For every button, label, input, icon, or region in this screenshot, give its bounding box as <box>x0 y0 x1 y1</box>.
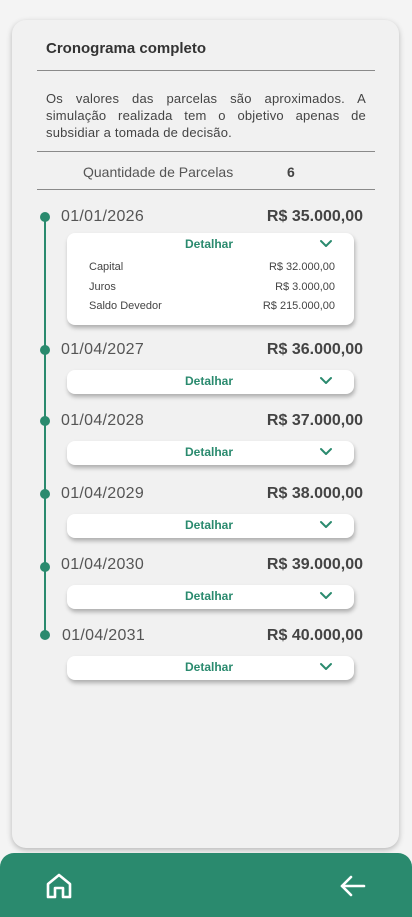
chevron-down-icon <box>320 240 332 247</box>
timeline-dot <box>40 345 50 355</box>
balance-label: Saldo Devedor <box>89 300 162 312</box>
detail-toggle-button[interactable]: Detalhar <box>67 441 354 465</box>
installment-amount: R$ 39.000,00 <box>266 556 363 573</box>
title-divider <box>37 70 375 71</box>
detail-toggle-button[interactable]: Detalhar <box>67 656 354 680</box>
detail-toggle-button[interactable]: Detalhar <box>67 370 354 394</box>
detail-toggle-button[interactable]: Detalhar <box>67 233 354 257</box>
installment-date: 01/04/2027 <box>61 341 145 358</box>
disclaimer-text: Os valores das parcelas são aproximados.… <box>46 91 366 140</box>
installment-amount: R$ 37.000,00 <box>266 412 363 429</box>
timeline-dot <box>40 630 50 640</box>
interest-value: R$ 3.000,00 <box>275 281 335 293</box>
interest-label: Juros <box>89 281 116 293</box>
capital-label: Capital <box>89 261 124 273</box>
timeline-line <box>44 218 46 636</box>
installment-detail-panel: Detalhar Capital R$ 32.000,00 Juros R$ 3… <box>67 233 354 325</box>
timeline-dot <box>40 212 50 222</box>
quantity-divider <box>37 189 375 190</box>
balance-value: R$ 215.000,00 <box>262 300 335 312</box>
arrow-left-icon[interactable] <box>338 871 368 901</box>
installment-detail-panel: Detalhar <box>67 441 354 465</box>
installment-date: 01/04/2028 <box>61 412 145 429</box>
installment-date: 01/01/2026 <box>61 208 145 225</box>
installment-detail-panel: Detalhar <box>67 370 354 394</box>
installment-detail-panel: Detalhar <box>67 656 354 680</box>
installment-count-label: Quantidade de Parcelas <box>83 164 234 180</box>
detail-toggle-button[interactable]: Detalhar <box>67 514 354 538</box>
detail-toggle-label: Detalhar <box>185 589 234 603</box>
installment-amount: R$ 35.000,00 <box>266 208 363 225</box>
timeline-dot <box>40 489 50 499</box>
chevron-down-icon <box>320 663 332 670</box>
detail-toggle-label: Detalhar <box>185 660 234 674</box>
home-icon[interactable] <box>44 871 74 901</box>
installment-date: 01/04/2031 <box>62 627 146 644</box>
detail-toggle-label: Detalhar <box>185 445 234 459</box>
installment-amount: R$ 40.000,00 <box>266 627 363 644</box>
installment-count-value: 6 <box>287 164 295 180</box>
page-title: Cronograma completo <box>46 40 207 57</box>
installment-date: 01/04/2030 <box>61 556 145 573</box>
capital-value: R$ 32.000,00 <box>268 261 335 273</box>
installment-detail-panel: Detalhar <box>67 585 354 609</box>
bottom-nav-bar <box>0 853 412 917</box>
notice-divider <box>37 151 375 152</box>
page: Cronograma completo Os valores das parce… <box>0 0 412 917</box>
chevron-down-icon <box>320 521 332 528</box>
schedule-card: Cronograma completo Os valores das parce… <box>12 20 399 848</box>
installment-amount: R$ 36.000,00 <box>266 341 363 358</box>
detail-toggle-label: Detalhar <box>185 237 234 251</box>
chevron-down-icon <box>320 377 332 384</box>
installment-date: 01/04/2029 <box>61 485 145 502</box>
timeline-dot <box>40 562 50 572</box>
timeline-dot <box>40 416 50 426</box>
detail-toggle-label: Detalhar <box>185 374 234 388</box>
installment-detail-panel: Detalhar <box>67 514 354 538</box>
chevron-down-icon <box>320 592 332 599</box>
detail-toggle-label: Detalhar <box>185 518 234 532</box>
detail-toggle-button[interactable]: Detalhar <box>67 585 354 609</box>
installment-amount: R$ 38.000,00 <box>266 485 363 502</box>
chevron-down-icon <box>320 448 332 455</box>
